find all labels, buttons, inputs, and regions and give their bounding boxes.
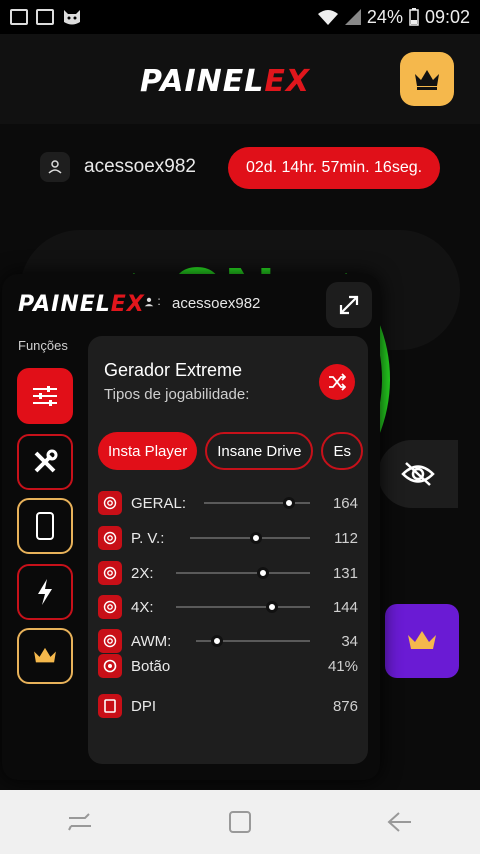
slider-label: 4X:: [131, 598, 154, 616]
info-label: Botão: [131, 657, 171, 675]
chip-insta-player[interactable]: Insta Player: [98, 432, 198, 470]
slider-row: GERAL: 164: [98, 490, 358, 516]
panel-username: acessoex982: [172, 295, 261, 312]
info-row-dpi: DPI 876: [98, 692, 358, 720]
slider-value: 164: [332, 494, 358, 512]
slider-knob[interactable]: [282, 497, 295, 509]
slider-row: P. V.: 112: [98, 525, 358, 551]
tools-icon: [34, 449, 58, 473]
slider-label: GERAL:: [131, 494, 187, 512]
slider-knob[interactable]: [210, 635, 223, 647]
panel-user-prefix: :: [157, 294, 161, 308]
floating-panel: PAINELEX : acessoex982 Funções Gerador E…: [2, 274, 380, 780]
hide-button[interactable]: [378, 440, 458, 508]
logo-accent-text: EX: [264, 64, 310, 99]
slider-row: 4X: 144: [98, 594, 358, 620]
recents-button[interactable]: [60, 802, 100, 842]
lightning-icon: [38, 579, 52, 605]
slider-track[interactable]: [176, 601, 310, 613]
image-icon: [36, 9, 54, 25]
sidebar-item-premium[interactable]: [17, 628, 73, 684]
slider-value: 34: [341, 632, 358, 650]
slider-track[interactable]: [196, 635, 310, 647]
chip-insane-drive[interactable]: Insane Drive: [205, 432, 314, 470]
slider-row: 2X: 131: [98, 560, 358, 586]
subscription-timer: 02d. 14hr. 57min. 16seg.: [228, 147, 440, 189]
slider-track[interactable]: [190, 532, 310, 544]
info-label: DPI: [131, 697, 157, 715]
slider-knob[interactable]: [257, 567, 270, 579]
crown-icon: [34, 647, 56, 663]
crown-icon: [415, 70, 439, 90]
slider-knob[interactable]: [266, 601, 279, 613]
slider-track[interactable]: [204, 497, 310, 509]
slider-label: P. V.:: [131, 529, 165, 547]
panel-logo-main: PAINEL: [18, 292, 111, 317]
chip-es[interactable]: Es: [321, 432, 363, 470]
back-icon: [387, 812, 411, 832]
panel-logo: PAINELEX: [18, 292, 145, 317]
navigation-bar: [0, 790, 480, 854]
slider-value: 131: [332, 564, 358, 582]
dpi-icon: [98, 694, 122, 718]
slider-row: AWM: 34: [98, 628, 358, 654]
crown-icon: [408, 631, 436, 649]
funcoes-label: Funções: [18, 338, 68, 353]
app-logo: PAINELEX: [140, 64, 310, 99]
back-button[interactable]: [380, 802, 420, 842]
signal-icon: [344, 9, 361, 25]
cat-icon: [64, 10, 80, 25]
clock: 09:02: [424, 6, 470, 27]
panel-logo-accent: EX: [110, 292, 145, 317]
info-row-botao: Botão 41%: [98, 652, 358, 680]
slider-label: 2X:: [131, 564, 154, 582]
shuffle-button[interactable]: [319, 364, 355, 400]
premium-button[interactable]: [400, 52, 454, 106]
slider-track[interactable]: [176, 567, 310, 579]
slider-value: 112: [334, 529, 358, 547]
button-size-icon: [98, 654, 122, 678]
logo-main-text: PAINEL: [140, 64, 265, 99]
slider-value: 144: [332, 598, 358, 616]
target-icon: [98, 491, 122, 515]
gameplay-chips: Insta Player Insane Drive Es: [98, 432, 363, 470]
status-bar: 24% 09:02: [0, 0, 480, 34]
purple-crown-button[interactable]: [385, 604, 459, 678]
shuffle-icon: [329, 373, 346, 391]
home-button[interactable]: [220, 802, 260, 842]
eye-off-icon: [401, 462, 435, 486]
target-icon: [98, 629, 122, 653]
wifi-icon: [317, 10, 338, 25]
expand-button[interactable]: [326, 282, 372, 328]
info-value: 41%: [327, 657, 358, 675]
card-title: Gerador Extreme: [104, 360, 243, 380]
target-icon: [98, 561, 122, 585]
slider-label: AWM:: [131, 632, 172, 650]
target-icon: [98, 526, 122, 550]
sidebar-item-tools[interactable]: [17, 434, 73, 490]
sim-card-icon: [10, 9, 28, 25]
sliders-icon: [33, 386, 57, 406]
battery-percent: 24%: [366, 6, 403, 27]
expand-icon: [339, 295, 359, 315]
target-icon: [98, 595, 122, 619]
slider-knob[interactable]: [250, 532, 262, 544]
username: acessoex982: [84, 156, 196, 177]
user-icon: [40, 152, 70, 182]
card-subtitle: Tipos de jogabilidade:: [104, 386, 250, 403]
sidebar-item-settings[interactable]: [17, 368, 73, 424]
sidebar-item-phone[interactable]: [17, 498, 73, 554]
recents-icon: [68, 813, 91, 831]
info-value: 876: [332, 697, 358, 715]
sidebar-item-boost[interactable]: [17, 564, 73, 620]
generator-card: Gerador Extreme Tipos de jogabilidade: I…: [88, 336, 368, 764]
panel-user-icon: :: [144, 294, 161, 308]
battery-icon: [409, 8, 419, 26]
phone-icon: [36, 512, 54, 540]
home-icon: [229, 811, 251, 833]
